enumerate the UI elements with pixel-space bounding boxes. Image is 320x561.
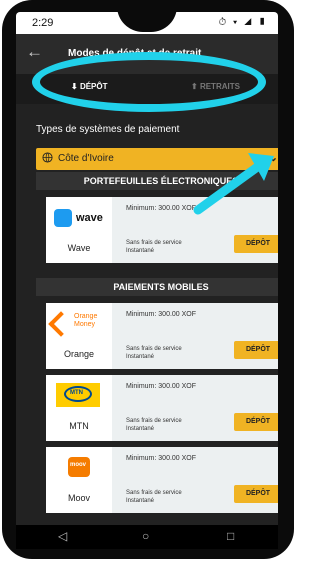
processing-speed: Instantané — [126, 248, 155, 254]
method-name: Moov — [67, 493, 90, 503]
payment-card-moov: moov Moov Minimum: 300.00 XOF Sans frais… — [46, 447, 278, 513]
minimum-amount: Minimum: 300.00 XOF — [126, 311, 197, 318]
status-time: 2:29 — [32, 17, 54, 29]
method-name: Wave — [67, 243, 91, 253]
highlight-oval — [32, 52, 266, 112]
payment-card-mtn: MTN MTN Minimum: 300.00 XOF Sans frais d… — [46, 375, 278, 441]
minimum-amount: Minimum: 300.00 XOF — [126, 383, 197, 390]
processing-speed: Instantané — [126, 426, 155, 432]
section-header-mobile-payments: PAIEMENTS MOBILES — [36, 278, 278, 296]
service-fees: Sans frais de service — [126, 418, 182, 424]
minimum-amount: Minimum: 300.00 XOF — [126, 455, 197, 462]
payment-type-label: Types de systèmes de paiement — [36, 124, 180, 135]
depot-button[interactable]: DÉPÔT — [234, 413, 278, 431]
globe-icon — [42, 152, 53, 163]
wave-logo: wave — [46, 197, 112, 263]
back-arrow-icon[interactable]: ← — [26, 42, 43, 62]
status-bar: 2:29 ⏱ ▾ ◢ ▮ — [16, 12, 278, 34]
moov-logo: moov — [46, 447, 112, 513]
pointer-arrow-icon — [193, 153, 274, 215]
nav-recent-apps-icon[interactable]: □ — [227, 529, 234, 543]
service-fees: Sans frais de service — [126, 240, 182, 246]
processing-speed: Instantané — [126, 498, 155, 504]
nav-back-icon[interactable]: ◁ — [58, 529, 67, 543]
nav-home-icon[interactable]: ○ — [142, 529, 149, 543]
service-fees: Sans frais de service — [126, 346, 182, 352]
method-name: MTN — [69, 421, 89, 431]
depot-button[interactable]: DÉPÔT — [234, 485, 278, 503]
status-icons: ⏱ ▾ ◢ ▮ — [218, 17, 268, 28]
android-nav-bar: ◁ ○ □ — [16, 525, 278, 549]
processing-speed: Instantané — [126, 354, 155, 360]
camera-notch — [117, 12, 177, 32]
method-name: Orange — [63, 349, 95, 359]
depot-button[interactable]: DÉPÔT — [234, 235, 278, 253]
payment-card-orange: Orange Money Orange Minimum: 300.00 XOF … — [46, 303, 278, 369]
service-fees: Sans frais de service — [126, 490, 182, 496]
mtn-logo: MTN — [46, 375, 112, 441]
orange-money-logo: Orange Money — [46, 303, 112, 369]
country-value: Côte d'Ivoire — [58, 153, 114, 164]
depot-button[interactable]: DÉPÔT — [234, 341, 278, 359]
